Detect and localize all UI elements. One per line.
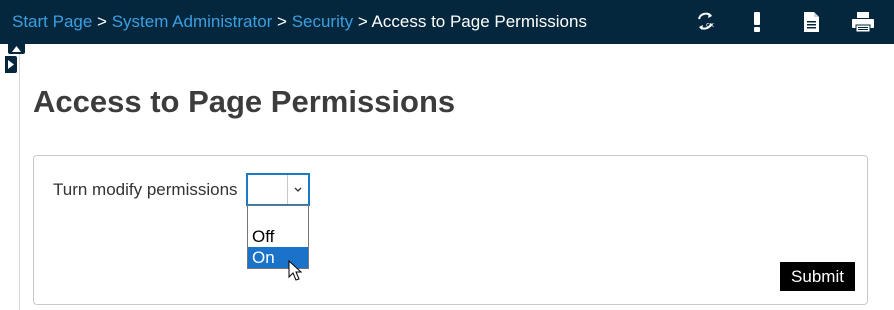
expand-sidebar-button[interactable] (5, 56, 17, 73)
collapse-up-button[interactable] (8, 42, 25, 54)
permissions-form-panel (33, 155, 868, 305)
triangle-up-icon (12, 46, 21, 52)
breadcrumb-separator: > (353, 12, 372, 31)
exclamation-icon[interactable] (745, 10, 769, 34)
refresh-settings-icon[interactable]: cx (694, 10, 718, 34)
chevron-down-icon (294, 187, 302, 192)
breadcrumb-system-administrator[interactable]: System Administrator (112, 12, 273, 31)
breadcrumb-separator: > (272, 12, 292, 31)
svg-text:cx: cx (706, 21, 714, 29)
breadcrumb-start-page[interactable]: Start Page (12, 12, 92, 31)
breadcrumb-security[interactable]: Security (292, 12, 353, 31)
option-off[interactable]: Off (248, 226, 308, 247)
option-blank[interactable] (248, 206, 308, 227)
breadcrumb-current-page: Access to Page Permissions (371, 12, 587, 31)
document-icon[interactable] (799, 10, 823, 34)
page-title: Access to Page Permissions (33, 84, 456, 119)
breadcrumb: Start Page > System Administrator > Secu… (12, 12, 587, 32)
breadcrumb-separator: > (92, 12, 112, 31)
mouse-cursor-icon (288, 259, 304, 282)
printer-icon[interactable] (850, 10, 876, 34)
modify-permissions-select[interactable] (246, 173, 310, 206)
left-sidebar-edge (0, 44, 20, 310)
triangle-right-icon (8, 60, 14, 69)
modify-permissions-label: Turn modify permissions (53, 180, 238, 199)
submit-button[interactable]: Submit (780, 262, 855, 291)
select-arrow-button[interactable] (287, 175, 308, 204)
